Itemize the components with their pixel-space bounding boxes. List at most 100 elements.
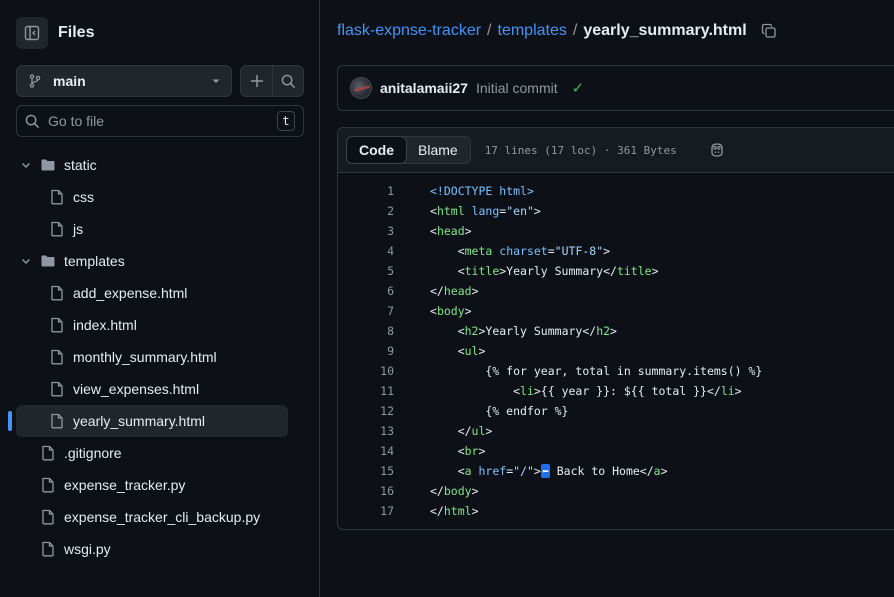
tree-folder[interactable]: static (0, 149, 320, 181)
code-line: 14 <br> (338, 441, 894, 461)
copy-path-button[interactable] (761, 23, 777, 39)
line-number[interactable]: 15 (338, 464, 394, 478)
branch-name: main (53, 73, 86, 89)
tree-file[interactable]: view_expenses.html (0, 373, 320, 405)
plus-icon (250, 75, 263, 87)
tree-item-label: view_expenses.html (73, 381, 200, 397)
collapse-sidebar-button[interactable] (16, 17, 48, 49)
file-viewer: flask-expnse-tracker / templates / yearl… (321, 0, 894, 597)
line-number[interactable]: 7 (338, 304, 394, 318)
tree-file[interactable]: js (0, 213, 320, 245)
code-line: 1 <!DOCTYPE html> (338, 181, 894, 201)
line-number[interactable]: 3 (338, 224, 394, 238)
file-tree: static css js templates add_expense.htmlinde… (0, 149, 320, 565)
line-content: {% endfor %} (430, 404, 569, 418)
file-content-box: Code Blame 17 lines (17 loc) · 361 Bytes… (337, 127, 894, 530)
tree-file[interactable]: .gitignore (0, 437, 320, 469)
line-content: <br> (430, 444, 486, 458)
avatar[interactable] (350, 77, 372, 99)
code-line: 9 <ul> (338, 341, 894, 361)
code-line: 12 {% endfor %} (338, 401, 894, 421)
line-number[interactable]: 14 (338, 444, 394, 458)
tree-file[interactable]: expense_tracker.py (0, 469, 320, 501)
line-content: <ul> (430, 344, 486, 358)
tree-item-label: index.html (73, 317, 137, 333)
tab-blame[interactable]: Blame (406, 137, 470, 163)
line-number[interactable]: 17 (338, 504, 394, 518)
tree-file[interactable]: add_expense.html (0, 277, 320, 309)
chevron-down-icon[interactable] (18, 159, 34, 171)
tree-file[interactable]: index.html (0, 309, 320, 341)
go-to-file-input[interactable] (48, 113, 277, 129)
tree-item-label: monthly_summary.html (73, 349, 217, 365)
code-line: 7 <body> (338, 301, 894, 321)
line-content: </body> (430, 484, 479, 498)
folder-icon (40, 157, 56, 173)
tree-item-label: templates (64, 253, 125, 269)
line-number[interactable]: 13 (338, 424, 394, 438)
line-content: </head> (430, 284, 479, 298)
breadcrumb-separator: / (487, 22, 492, 39)
chevron-down-icon[interactable] (18, 255, 34, 267)
line-number[interactable]: 5 (338, 264, 394, 278)
line-number[interactable]: 6 (338, 284, 394, 298)
file-icon (40, 477, 56, 493)
sidebar-title: Files (58, 24, 95, 41)
code-view[interactable]: 1 <!DOCTYPE html> 2 <html lang="en"> 3 <head>… (338, 173, 894, 521)
file-icon (49, 381, 65, 397)
line-content: </ul> (430, 424, 493, 438)
go-to-file-box: t (16, 105, 304, 137)
line-content: <!DOCTYPE html> (430, 184, 534, 198)
line-number[interactable]: 1 (338, 184, 394, 198)
file-icon (49, 413, 65, 429)
commit-author[interactable]: anitalamaii27 (380, 80, 468, 96)
tree-folder[interactable]: templates (0, 245, 320, 277)
line-number[interactable]: 10 (338, 364, 394, 378)
line-number[interactable]: 8 (338, 324, 394, 338)
code-line: 13 </ul> (338, 421, 894, 441)
sidebar-header: Files (16, 17, 94, 49)
copilot-button[interactable] (709, 142, 725, 158)
tree-file[interactable]: expense_tracker_cli_backup.py (0, 501, 320, 533)
code-line: 6 </head> (338, 281, 894, 301)
line-number[interactable]: 12 (338, 404, 394, 418)
line-content: {% for year, total in summary.items() %} (430, 364, 763, 378)
file-meta: 17 lines (17 loc) · 361 Bytes (484, 143, 677, 157)
file-icon (40, 445, 56, 461)
breadcrumb-repo-link[interactable]: flask-expnse-tracker (337, 22, 481, 40)
file-icon (49, 349, 65, 365)
line-number[interactable]: 16 (338, 484, 394, 498)
line-content: <li>{{ year }}: ${{ total }}</li> (430, 384, 742, 398)
tree-file[interactable]: monthly_summary.html (0, 341, 320, 373)
tree-actions (240, 65, 304, 97)
tree-file[interactable]: yearly_summary.html (8, 405, 288, 437)
check-icon: ✓ (571, 80, 585, 97)
line-content: <title>Yearly Summary</title> (430, 264, 659, 278)
code-line: 5 <title>Yearly Summary</title> (338, 261, 894, 281)
search-files-button[interactable] (272, 66, 303, 96)
keyboard-shortcut-hint: t (277, 111, 295, 131)
line-number[interactable]: 2 (338, 204, 394, 218)
code-line: 2 <html lang="en"> (338, 201, 894, 221)
commit-message[interactable]: Initial commit (476, 80, 558, 96)
tab-code[interactable]: Code (346, 136, 407, 164)
tree-item-label: static (64, 157, 97, 173)
code-line: 4 <meta charset="UTF-8"> (338, 241, 894, 261)
git-branch-icon (29, 74, 41, 88)
line-number[interactable]: 4 (338, 244, 394, 258)
line-content: <body> (430, 304, 472, 318)
code-line: 11 <li>{{ year }}: ${{ total }}</li> (338, 381, 894, 401)
breadcrumb-folder-link[interactable]: templates (498, 22, 567, 40)
tree-file[interactable]: css (0, 181, 320, 213)
copilot-icon (711, 143, 723, 157)
tree-file[interactable]: wsgi.py (0, 533, 320, 565)
tree-item-label: css (73, 189, 94, 205)
code-line: 17 </html> (338, 501, 894, 521)
line-number[interactable]: 9 (338, 344, 394, 358)
branch-selector[interactable]: main (16, 65, 232, 97)
add-file-button[interactable] (241, 66, 272, 96)
code-line: 8 <h2>Yearly Summary</h2> (338, 321, 894, 341)
folder-icon (40, 253, 56, 269)
line-number[interactable]: 11 (338, 384, 394, 398)
file-icon (49, 221, 65, 237)
